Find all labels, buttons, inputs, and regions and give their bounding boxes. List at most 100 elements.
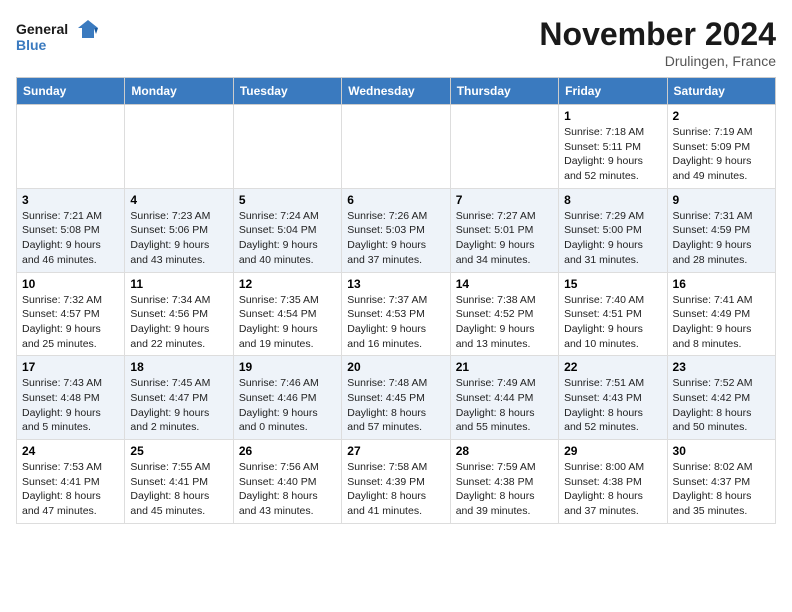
day-info: Sunrise: 7:35 AM Sunset: 4:54 PM Dayligh… xyxy=(239,293,336,352)
day-info: Sunrise: 7:51 AM Sunset: 4:43 PM Dayligh… xyxy=(564,376,661,435)
day-number: 28 xyxy=(456,444,553,458)
day-info: Sunrise: 7:53 AM Sunset: 4:41 PM Dayligh… xyxy=(22,460,119,519)
calendar-cell: 4 Sunrise: 7:23 AM Sunset: 5:06 PM Daylig… xyxy=(125,188,233,272)
svg-text:General: General xyxy=(16,21,68,37)
location: Drulingen, France xyxy=(539,53,776,69)
week-row-2: 3 Sunrise: 7:21 AM Sunset: 5:08 PM Daylig… xyxy=(17,188,776,272)
calendar-header-row: SundayMondayTuesdayWednesdayThursdayFrid… xyxy=(17,78,776,105)
col-header-friday: Friday xyxy=(559,78,667,105)
day-info: Sunrise: 7:43 AM Sunset: 4:48 PM Dayligh… xyxy=(22,376,119,435)
calendar-cell: 3 Sunrise: 7:21 AM Sunset: 5:08 PM Daylig… xyxy=(17,188,125,272)
col-header-wednesday: Wednesday xyxy=(342,78,450,105)
calendar-cell: 19 Sunrise: 7:46 AM Sunset: 4:46 PM Dayli… xyxy=(233,356,341,440)
day-info: Sunrise: 7:46 AM Sunset: 4:46 PM Dayligh… xyxy=(239,376,336,435)
calendar-cell: 28 Sunrise: 7:59 AM Sunset: 4:38 PM Dayli… xyxy=(450,440,558,524)
calendar-cell: 30Sunrise: 8:02 AM Sunset: 4:37 PM Dayli… xyxy=(667,440,775,524)
calendar-cell: 13 Sunrise: 7:37 AM Sunset: 4:53 PM Dayli… xyxy=(342,272,450,356)
day-info: Sunrise: 7:56 AM Sunset: 4:40 PM Dayligh… xyxy=(239,460,336,519)
day-number: 6 xyxy=(347,193,444,207)
day-number: 2 xyxy=(673,109,770,123)
calendar-cell: 5 Sunrise: 7:24 AM Sunset: 5:04 PM Daylig… xyxy=(233,188,341,272)
day-info: Sunrise: 7:59 AM Sunset: 4:38 PM Dayligh… xyxy=(456,460,553,519)
day-info: Sunrise: 7:27 AM Sunset: 5:01 PM Dayligh… xyxy=(456,209,553,268)
day-info: Sunrise: 7:58 AM Sunset: 4:39 PM Dayligh… xyxy=(347,460,444,519)
day-info: Sunrise: 7:37 AM Sunset: 4:53 PM Dayligh… xyxy=(347,293,444,352)
calendar-cell xyxy=(125,105,233,189)
day-number: 8 xyxy=(564,193,661,207)
day-number: 21 xyxy=(456,360,553,374)
day-number: 29 xyxy=(564,444,661,458)
day-info: Sunrise: 7:41 AM Sunset: 4:49 PM Dayligh… xyxy=(673,293,770,352)
logo: General Blue xyxy=(16,16,106,60)
day-number: 20 xyxy=(347,360,444,374)
calendar-cell: 26Sunrise: 7:56 AM Sunset: 4:40 PM Dayli… xyxy=(233,440,341,524)
day-info: Sunrise: 7:55 AM Sunset: 4:41 PM Dayligh… xyxy=(130,460,227,519)
day-info: Sunrise: 7:23 AM Sunset: 5:06 PM Dayligh… xyxy=(130,209,227,268)
day-info: Sunrise: 7:31 AM Sunset: 4:59 PM Dayligh… xyxy=(673,209,770,268)
week-row-3: 10Sunrise: 7:32 AM Sunset: 4:57 PM Dayli… xyxy=(17,272,776,356)
calendar-cell: 8 Sunrise: 7:29 AM Sunset: 5:00 PM Daylig… xyxy=(559,188,667,272)
week-row-1: 1Sunrise: 7:18 AM Sunset: 5:11 PM Daylig… xyxy=(17,105,776,189)
month-title: November 2024 xyxy=(539,16,776,53)
day-number: 19 xyxy=(239,360,336,374)
day-info: Sunrise: 7:26 AM Sunset: 5:03 PM Dayligh… xyxy=(347,209,444,268)
calendar-cell: 2Sunrise: 7:19 AM Sunset: 5:09 PM Daylig… xyxy=(667,105,775,189)
day-info: Sunrise: 7:48 AM Sunset: 4:45 PM Dayligh… xyxy=(347,376,444,435)
day-info: Sunrise: 7:29 AM Sunset: 5:00 PM Dayligh… xyxy=(564,209,661,268)
calendar-cell: 14 Sunrise: 7:38 AM Sunset: 4:52 PM Dayli… xyxy=(450,272,558,356)
day-info: Sunrise: 7:21 AM Sunset: 5:08 PM Dayligh… xyxy=(22,209,119,268)
day-number: 11 xyxy=(130,277,227,291)
week-row-5: 24 Sunrise: 7:53 AM Sunset: 4:41 PM Dayli… xyxy=(17,440,776,524)
day-number: 13 xyxy=(347,277,444,291)
day-number: 17 xyxy=(22,360,119,374)
logo-svg: General Blue xyxy=(16,16,106,60)
calendar-cell: 25 Sunrise: 7:55 AM Sunset: 4:41 PM Dayli… xyxy=(125,440,233,524)
col-header-saturday: Saturday xyxy=(667,78,775,105)
calendar-cell xyxy=(342,105,450,189)
col-header-thursday: Thursday xyxy=(450,78,558,105)
svg-text:Blue: Blue xyxy=(16,37,47,53)
week-row-4: 17 Sunrise: 7:43 AM Sunset: 4:48 PM Dayli… xyxy=(17,356,776,440)
calendar-cell: 10Sunrise: 7:32 AM Sunset: 4:57 PM Dayli… xyxy=(17,272,125,356)
day-info: Sunrise: 7:24 AM Sunset: 5:04 PM Dayligh… xyxy=(239,209,336,268)
day-number: 14 xyxy=(456,277,553,291)
day-number: 27 xyxy=(347,444,444,458)
day-number: 4 xyxy=(130,193,227,207)
calendar-cell: 20 Sunrise: 7:48 AM Sunset: 4:45 PM Dayli… xyxy=(342,356,450,440)
day-number: 10 xyxy=(22,277,119,291)
calendar-cell: 23Sunrise: 7:52 AM Sunset: 4:42 PM Dayli… xyxy=(667,356,775,440)
calendar-cell xyxy=(17,105,125,189)
day-number: 18 xyxy=(130,360,227,374)
day-number: 25 xyxy=(130,444,227,458)
calendar-cell: 9 Sunrise: 7:31 AM Sunset: 4:59 PM Daylig… xyxy=(667,188,775,272)
day-number: 15 xyxy=(564,277,661,291)
day-info: Sunrise: 7:45 AM Sunset: 4:47 PM Dayligh… xyxy=(130,376,227,435)
day-number: 16 xyxy=(673,277,770,291)
day-number: 3 xyxy=(22,193,119,207)
calendar-cell: 22Sunrise: 7:51 AM Sunset: 4:43 PM Dayli… xyxy=(559,356,667,440)
day-info: Sunrise: 7:40 AM Sunset: 4:51 PM Dayligh… xyxy=(564,293,661,352)
day-number: 9 xyxy=(673,193,770,207)
calendar-cell: 7 Sunrise: 7:27 AM Sunset: 5:01 PM Daylig… xyxy=(450,188,558,272)
col-header-tuesday: Tuesday xyxy=(233,78,341,105)
col-header-sunday: Sunday xyxy=(17,78,125,105)
day-info: Sunrise: 7:49 AM Sunset: 4:44 PM Dayligh… xyxy=(456,376,553,435)
calendar-cell: 6 Sunrise: 7:26 AM Sunset: 5:03 PM Daylig… xyxy=(342,188,450,272)
calendar-cell: 12Sunrise: 7:35 AM Sunset: 4:54 PM Dayli… xyxy=(233,272,341,356)
title-area: November 2024 Drulingen, France xyxy=(539,16,776,69)
calendar-cell: 15 Sunrise: 7:40 AM Sunset: 4:51 PM Dayli… xyxy=(559,272,667,356)
calendar-cell: 29Sunrise: 8:00 AM Sunset: 4:38 PM Dayli… xyxy=(559,440,667,524)
day-info: Sunrise: 7:38 AM Sunset: 4:52 PM Dayligh… xyxy=(456,293,553,352)
day-number: 24 xyxy=(22,444,119,458)
calendar-cell: 16 Sunrise: 7:41 AM Sunset: 4:49 PM Dayli… xyxy=(667,272,775,356)
day-info: Sunrise: 7:18 AM Sunset: 5:11 PM Dayligh… xyxy=(564,125,661,184)
calendar-cell: 17 Sunrise: 7:43 AM Sunset: 4:48 PM Dayli… xyxy=(17,356,125,440)
header: General Blue November 2024 Drulingen, Fr… xyxy=(16,16,776,69)
calendar-cell xyxy=(450,105,558,189)
calendar: SundayMondayTuesdayWednesdayThursdayFrid… xyxy=(16,77,776,524)
day-number: 23 xyxy=(673,360,770,374)
day-number: 7 xyxy=(456,193,553,207)
day-info: Sunrise: 8:02 AM Sunset: 4:37 PM Dayligh… xyxy=(673,460,770,519)
day-info: Sunrise: 7:34 AM Sunset: 4:56 PM Dayligh… xyxy=(130,293,227,352)
day-number: 5 xyxy=(239,193,336,207)
